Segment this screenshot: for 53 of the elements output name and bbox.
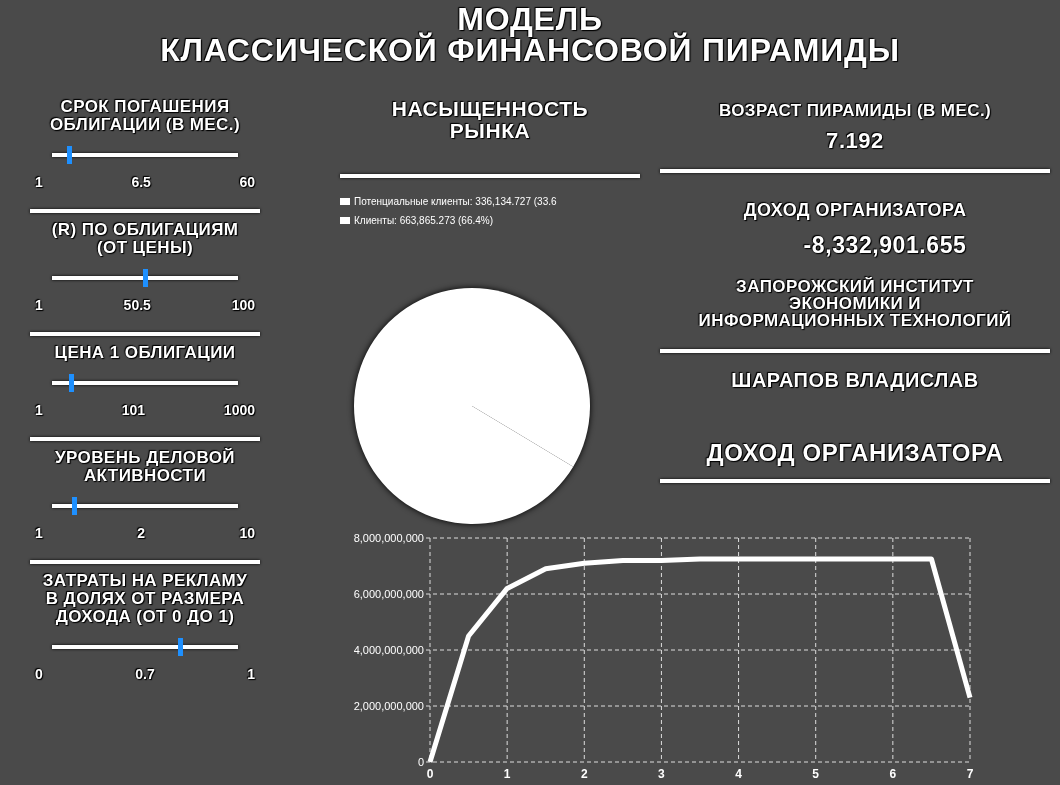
slider-label: СРОК ПОГАШЕНИЯ ОБЛИГАЦИИ (В МЕС.): [48, 98, 242, 134]
slider-value: 2: [137, 524, 145, 543]
slider-max: 60: [239, 173, 255, 192]
slider-thumb[interactable]: [143, 269, 148, 287]
slider-label: ЗАТРАТЫ НА РЕКЛАМУ В ДОЛЯХ ОТ РАЗМЕРА ДОХОДА (ОТ 0 ДО 1): [41, 572, 249, 626]
slider-max: 1000: [223, 401, 255, 420]
slider-thumb[interactable]: [72, 497, 78, 515]
slider-min: 1: [35, 401, 43, 420]
slider-min: 1: [35, 524, 43, 543]
slider-label: ЦЕНА 1 ОБЛИГАЦИИ: [53, 344, 237, 362]
age-label: ВОЗРАСТ ПИРАМИДЫ (В МЕС.): [718, 100, 992, 122]
slider-label: УРОВЕНЬ ДЕЛОВОЙ АКТИВНОСТИ: [54, 449, 236, 485]
saturation-title: НАСЫЩЕННОСТЬ РЫНКА: [390, 98, 590, 142]
slider-thumb[interactable]: [66, 146, 72, 164]
slider-thumb[interactable]: [178, 638, 184, 656]
slider[interactable]: [52, 638, 238, 656]
slider-max: 100: [231, 296, 255, 315]
legend-label: Клиенты: 663,865.273 (66.4%): [354, 214, 494, 228]
slider-value: 101: [121, 401, 145, 420]
slider-min: 1: [35, 296, 43, 315]
x-tick-label: 3: [658, 767, 665, 781]
y-tick-label: 6,000,000,000: [353, 588, 424, 600]
x-tick-label: 0: [426, 767, 434, 781]
x-tick-label: 6: [889, 767, 897, 781]
slider-max: 1: [247, 665, 255, 684]
income-value: -8,332,901.655: [803, 230, 967, 260]
slider[interactable]: [52, 374, 238, 392]
x-tick-label: 2: [580, 767, 588, 781]
slider-min: 0: [35, 665, 43, 684]
y-tick-label: 2,000,000,000: [353, 700, 424, 712]
slider[interactable]: [52, 146, 238, 164]
x-tick-label: 4: [735, 767, 742, 781]
x-tick-label: 5: [812, 767, 820, 781]
slider-value: 0.7: [135, 665, 155, 684]
slider-thumb[interactable]: [68, 374, 74, 392]
slider-label: (R) ПО ОБЛИГАЦИЯМ (ОТ ЦЕНЫ): [50, 221, 240, 257]
author-name: ШАРАПОВ ВЛАДИСЛАВ: [731, 368, 979, 393]
x-tick-label: 7: [966, 767, 974, 781]
age-value: 7.192: [826, 126, 884, 155]
legend-label: Потенциальные клиенты: 336,134.727 (33.6: [354, 195, 557, 209]
chart-title: ДОХОД ОРГАНИЗАТОРА: [706, 438, 1004, 468]
y-tick-label: 8,000,000,000: [353, 532, 424, 544]
slider[interactable]: [52, 497, 238, 515]
slider[interactable]: [52, 269, 238, 287]
slider-min: 1: [35, 173, 43, 192]
slider-max: 10: [239, 524, 255, 543]
y-tick-label: 4,000,000,000: [353, 644, 424, 656]
x-tick-label: 1: [503, 767, 511, 781]
y-tick-label: 0: [417, 756, 424, 768]
income-label: ДОХОД ОРГАНИЗАТОРА: [743, 198, 967, 222]
slider-value: 6.5: [131, 173, 151, 192]
institute-text: ЗАПОРОЖСКИЙ ИНСТИТУТ ЭКОНОМИКИ И ИНФОРМАЦИОННЫХ ТЕХНОЛОГИЙ: [698, 278, 1012, 329]
slider-value: 50.5: [123, 296, 151, 315]
